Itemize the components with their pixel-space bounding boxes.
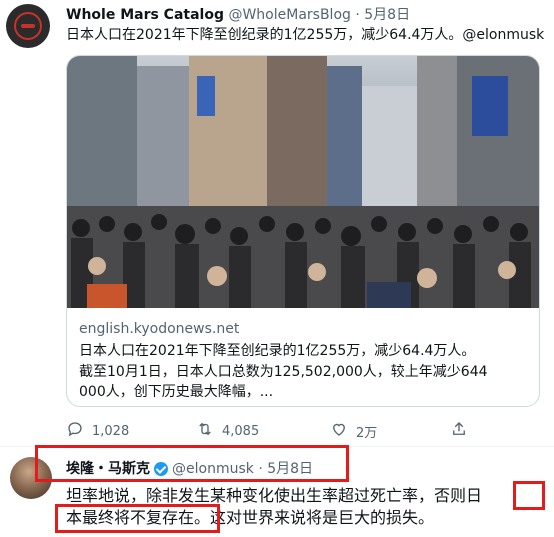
separator-dot: · [355, 7, 360, 23]
tweet-actions: 1,028 4,085 2万 [66, 420, 506, 442]
crowd-graphic [67, 206, 539, 308]
retweet-button[interactable]: 4,085 [196, 420, 259, 442]
highlight-box-header [35, 445, 349, 482]
reply-button[interactable]: 1,028 [66, 420, 129, 442]
card-desc-line2: 000人，创下历史最大降幅，... [79, 384, 274, 400]
share-icon [450, 420, 468, 442]
reply-icon [66, 420, 84, 442]
text-segment-highlighted: 日 [466, 486, 483, 505]
card-title[interactable]: 日本人口在2021年下降至创纪录的1亿255万，减少64.4万人。 [79, 342, 529, 360]
share-button[interactable] [450, 420, 468, 442]
card-description: 截至10月1日，日本人口总数为125,502,000人，较上年减少644 000… [79, 362, 529, 402]
text-segment: 。这对世界来说将是巨大的损失。 [194, 508, 435, 527]
link-card[interactable]: english.kyodonews.net 日本人口在2021年下降至创纪录的1… [66, 55, 540, 407]
like-icon [330, 420, 348, 442]
card-domain[interactable]: english.kyodonews.net [79, 320, 529, 338]
tweet-header: Whole Mars Catalog @WholeMarsBlog · 5月8日 [66, 6, 410, 24]
reply-count: 1,028 [92, 423, 130, 439]
author-name[interactable]: Whole Mars Catalog [66, 7, 224, 23]
highlight-box-line1-end [513, 481, 545, 510]
news-photo [67, 56, 539, 308]
retweet-icon [196, 420, 214, 442]
avatar[interactable] [6, 4, 50, 48]
tweet-date[interactable]: 5月8日 [364, 7, 410, 23]
highlight-box-line2-start [55, 504, 220, 533]
like-count: 2万 [356, 425, 378, 441]
like-button[interactable]: 2万 [330, 420, 377, 442]
tweet-text: 日本人口在2021年下降至创纪录的1亿255万，减少64.4万人。@elonmu… [66, 27, 545, 43]
retweet-count: 4,085 [222, 423, 260, 439]
tweet-whole-mars[interactable]: Whole Mars Catalog @WholeMarsBlog · 5月8日… [0, 0, 554, 445]
author-handle[interactable]: @WholeMarsBlog [228, 7, 350, 23]
text-segment: 坦率地说，除非发生某种变化使出生率超过死亡率，否则 [66, 486, 467, 505]
card-meta: english.kyodonews.net 日本人口在2021年下降至创纪录的1… [79, 320, 529, 402]
card-desc-line1: 截至10月1日，日本人口总数为125,502,000人，较上年减少644 [79, 364, 488, 380]
